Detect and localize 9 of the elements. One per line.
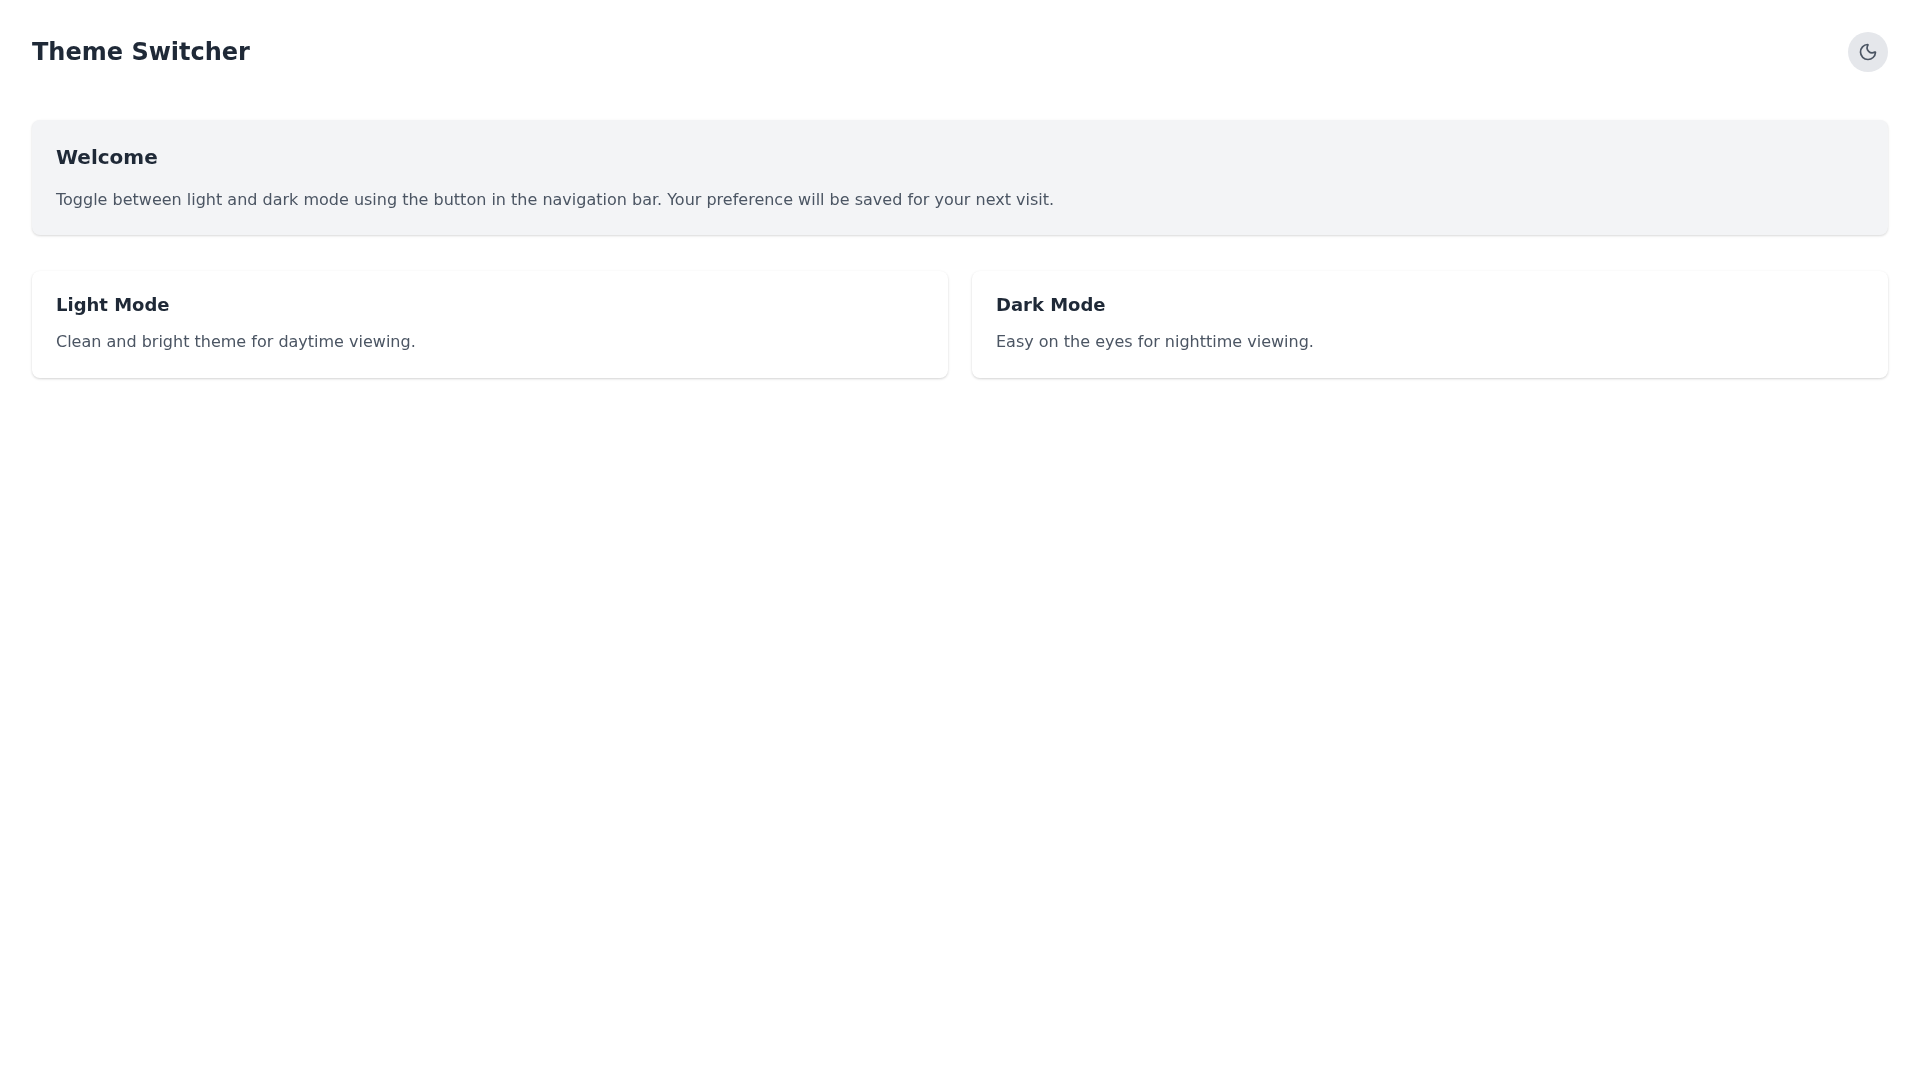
theme-toggle-button[interactable] (1848, 32, 1888, 72)
card-title: Dark Mode (996, 295, 1107, 315)
moon-icon (1858, 42, 1878, 62)
welcome-text: Toggle between light and dark mode using the button in the navigation bar. Your preference will be saved for your next visit. (56, 189, 1056, 211)
welcome-heading: Welcome (56, 144, 159, 170)
page-title: Theme Switcher (32, 37, 250, 68)
card-title: Light Mode (56, 295, 171, 315)
card-text: Clean and bright theme for daytime viewing. (56, 331, 417, 353)
card-text: Easy on the eyes for nighttime viewing. (996, 331, 1315, 353)
